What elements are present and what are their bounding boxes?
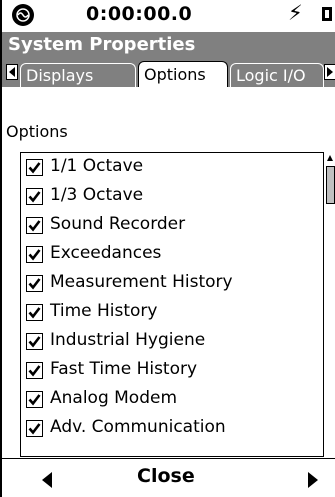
checkbox[interactable] bbox=[26, 217, 43, 234]
list-item-label: Industrial Hygiene bbox=[50, 330, 206, 350]
list-item[interactable]: Time History bbox=[21, 298, 321, 327]
tab-bar: Displays Options Logic I/O bbox=[2, 59, 335, 87]
status-bar: 0:00:00.0 ⚡︎ bbox=[2, 0, 335, 32]
list-item-label: Adv. Communication bbox=[50, 417, 226, 437]
checkbox[interactable] bbox=[26, 333, 43, 350]
section-label: Options bbox=[6, 122, 68, 141]
checkbox[interactable] bbox=[26, 159, 43, 176]
checkbox[interactable] bbox=[26, 188, 43, 205]
checkmark-icon bbox=[28, 191, 41, 203]
app-logo-icon bbox=[12, 4, 34, 26]
list-item[interactable]: 1/1 Octave bbox=[21, 153, 321, 182]
close-button[interactable]: Close bbox=[137, 465, 195, 487]
battery-icon bbox=[322, 7, 332, 21]
checkbox[interactable] bbox=[26, 391, 43, 408]
list-item[interactable]: 1/3 Octave bbox=[21, 182, 321, 211]
checkmark-icon bbox=[28, 307, 41, 319]
list-item-label: Fast Time History bbox=[50, 359, 198, 379]
scrollbar[interactable] bbox=[323, 152, 335, 457]
list-item-label: Time History bbox=[50, 301, 158, 321]
clock-readout: 0:00:00.0 bbox=[86, 3, 193, 25]
list-item[interactable]: Fast Time History bbox=[21, 356, 321, 385]
list-item-label: 1/3 Octave bbox=[50, 185, 144, 205]
list-item[interactable]: Exceedances bbox=[21, 240, 321, 269]
chevron-left-icon bbox=[9, 67, 15, 77]
checkbox[interactable] bbox=[26, 246, 43, 263]
tab-scroll-right-button[interactable] bbox=[324, 64, 335, 80]
list-item[interactable]: Analog Modem bbox=[21, 385, 321, 414]
list-item-label: Sound Recorder bbox=[50, 214, 186, 234]
bottom-softkey-bar: Close bbox=[2, 458, 335, 497]
checkbox[interactable] bbox=[26, 304, 43, 321]
tab-logic-io[interactable]: Logic I/O bbox=[230, 63, 324, 87]
lightning-icon: ⚡︎ bbox=[288, 1, 303, 25]
checkmark-icon bbox=[28, 423, 41, 435]
checkmark-icon bbox=[28, 249, 41, 261]
scroll-up-arrow-icon[interactable] bbox=[327, 155, 333, 161]
checkmark-icon bbox=[28, 220, 41, 232]
list-item[interactable]: Industrial Hygiene bbox=[21, 327, 321, 356]
tab-options[interactable]: Options bbox=[138, 61, 228, 87]
chevron-right-icon bbox=[327, 67, 333, 77]
checkbox[interactable] bbox=[26, 362, 43, 379]
list-item[interactable]: Adv. Communication bbox=[21, 414, 321, 443]
checkbox[interactable] bbox=[26, 420, 43, 437]
title-header: System Properties bbox=[2, 32, 335, 59]
checkbox[interactable] bbox=[26, 275, 43, 292]
tab-displays[interactable]: Displays bbox=[20, 63, 136, 87]
previous-arrow-button[interactable] bbox=[42, 472, 52, 488]
tab-scroll-left-button[interactable] bbox=[6, 64, 18, 80]
checkmark-icon bbox=[28, 394, 41, 406]
checkmark-icon bbox=[28, 365, 41, 377]
checkmark-icon bbox=[28, 336, 41, 348]
list-item[interactable]: Sound Recorder bbox=[21, 211, 321, 240]
list-item[interactable]: Measurement History bbox=[21, 269, 321, 298]
page-title: System Properties bbox=[8, 34, 196, 55]
checkmark-icon bbox=[28, 162, 41, 174]
app-window: 0:00:00.0 ⚡︎ System Properties Displays … bbox=[0, 0, 335, 497]
list-item-label: Analog Modem bbox=[50, 388, 178, 408]
list-item-label: 1/1 Octave bbox=[50, 156, 144, 176]
list-item-label: Exceedances bbox=[50, 243, 162, 263]
next-arrow-button[interactable] bbox=[308, 472, 318, 488]
scrollbar-thumb[interactable] bbox=[326, 166, 335, 204]
checkmark-icon bbox=[28, 278, 41, 290]
list-item-label: Measurement History bbox=[50, 272, 233, 292]
options-list: 1/1 Octave 1/3 Octave Sound Recorder Exc… bbox=[20, 152, 335, 457]
